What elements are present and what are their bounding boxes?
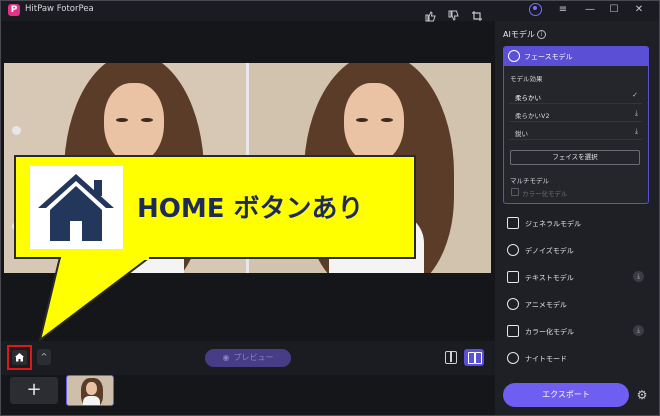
collapse-thumbnails-button[interactable]: ^ bbox=[37, 349, 51, 365]
info-icon[interactable]: i bbox=[536, 30, 546, 39]
model-night[interactable]: ナイトモード bbox=[503, 349, 649, 369]
single-view-icon[interactable] bbox=[445, 351, 457, 364]
model-label: カラー化モデル bbox=[525, 328, 574, 336]
minimize-button[interactable]: — bbox=[583, 3, 597, 17]
ai-model-title: AIモデル i bbox=[503, 29, 546, 40]
model-text[interactable]: テキストモデル ⤓ bbox=[503, 268, 649, 288]
download-icon[interactable]: ⤓ bbox=[633, 271, 644, 282]
preview-button[interactable]: ◉ プレビュー bbox=[205, 349, 291, 367]
check-icon: ✓ bbox=[632, 91, 638, 99]
download-icon[interactable]: ⤓ bbox=[635, 109, 638, 118]
model-anime[interactable]: アニメモデル bbox=[503, 295, 649, 315]
face-model-label: フェースモデル bbox=[524, 53, 573, 61]
close-button[interactable]: ✕ bbox=[632, 3, 646, 17]
effect-option-label: 柔らかいV2 bbox=[515, 112, 550, 120]
model-denoise[interactable]: デノイズモデル bbox=[503, 241, 649, 261]
model-label: ナイトモード bbox=[525, 355, 567, 363]
callout-text: HOME ボタンあり bbox=[137, 194, 364, 224]
home-button-bg bbox=[12, 350, 27, 365]
effect-option-label: 鋭い bbox=[515, 130, 528, 138]
model-label: テキストモデル bbox=[525, 274, 574, 282]
colorize-checkbox-label: カラー化モデル bbox=[522, 190, 568, 198]
account-icon[interactable] bbox=[529, 3, 542, 16]
split-view-icon[interactable] bbox=[464, 349, 484, 366]
add-image-button[interactable]: + bbox=[10, 377, 58, 404]
paint-bucket-icon bbox=[507, 325, 519, 337]
denoise-icon bbox=[507, 244, 519, 256]
download-icon[interactable]: ⤓ bbox=[633, 325, 644, 336]
model-general[interactable]: ジェネラルモデル bbox=[503, 214, 649, 234]
download-icon[interactable]: ⤓ bbox=[635, 127, 638, 136]
multi-model-label: マルチモデル bbox=[510, 177, 549, 185]
night-mode-icon bbox=[507, 352, 519, 364]
text-edit-icon bbox=[507, 271, 519, 283]
home-small-icon bbox=[15, 353, 24, 362]
gear-icon[interactable]: ⚙ bbox=[636, 389, 648, 401]
ai-model-title-text: AIモデル bbox=[503, 30, 535, 39]
crop-icon[interactable] bbox=[471, 10, 483, 22]
anime-icon bbox=[507, 298, 519, 310]
model-label: アニメモデル bbox=[525, 301, 567, 309]
model-label: デノイズモデル bbox=[525, 247, 574, 255]
zoom-in-icon[interactable] bbox=[12, 126, 21, 135]
model-effect-label: モデル効果 bbox=[510, 75, 543, 83]
app-logo-icon: P bbox=[8, 4, 20, 16]
select-face-button[interactable]: フェイスを選択 bbox=[510, 150, 640, 165]
menu-icon[interactable]: ≡ bbox=[556, 3, 570, 17]
maximize-button[interactable]: ☐ bbox=[607, 3, 621, 17]
effect-option-sharp[interactable]: 鋭い ⤓ bbox=[509, 125, 642, 140]
face-icon bbox=[508, 50, 520, 62]
home-button[interactable] bbox=[7, 345, 32, 370]
thumbs-down-icon[interactable] bbox=[447, 10, 459, 22]
model-colorize[interactable]: カラー化モデル ⤓ bbox=[503, 322, 649, 342]
preview-label: プレビュー bbox=[233, 353, 274, 362]
effect-option-soft-v2[interactable]: 柔らかいV2 ⤓ bbox=[509, 107, 642, 122]
effect-option-label: 柔らかい bbox=[515, 94, 541, 102]
app-title: HitPaw FotorPea bbox=[25, 4, 94, 14]
eye-icon: ◉ bbox=[222, 353, 230, 362]
thumbs-up-icon[interactable] bbox=[424, 10, 436, 22]
model-label: ジェネラルモデル bbox=[525, 220, 581, 228]
effect-option-soft[interactable]: 柔らかい ✓ bbox=[509, 89, 642, 104]
export-button[interactable]: エクスポート bbox=[503, 383, 629, 407]
home-icon bbox=[30, 166, 123, 249]
image-icon bbox=[507, 217, 519, 229]
image-thumbnail[interactable] bbox=[66, 375, 114, 406]
colorize-checkbox[interactable] bbox=[511, 188, 519, 196]
